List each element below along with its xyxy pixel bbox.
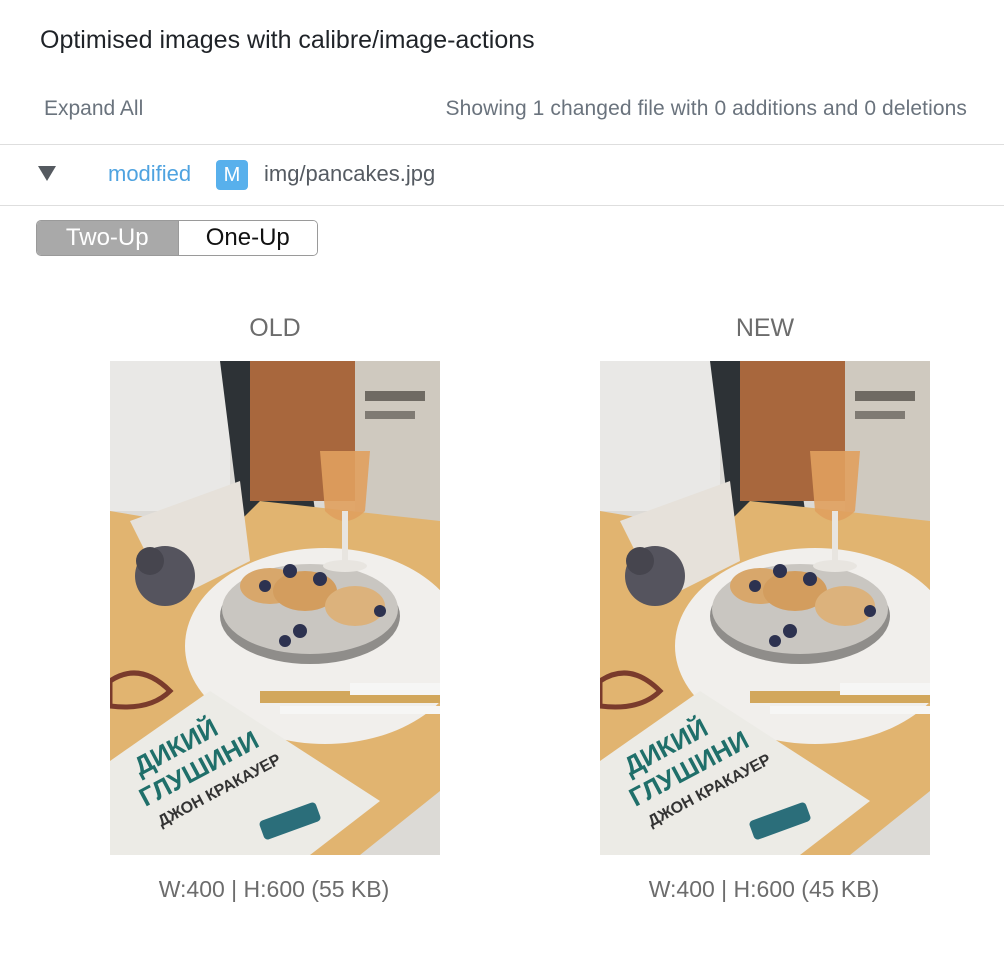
old-label: OLD	[249, 314, 301, 342]
pancakes-photo-old: ДИКИЙ ГЛУШИНИ ДЖОН КРАКАУЕР	[110, 361, 440, 855]
new-image: ДИКИЙ ГЛУШИНИ ДЖОН КРАКАУЕР	[600, 361, 930, 855]
file-status-label: modified	[108, 161, 192, 186]
collapse-triangle-icon[interactable]	[38, 166, 56, 181]
one-up-button[interactable]: One-Up	[177, 221, 317, 255]
diff-summary-bar: Expand All Showing 1 changed file with 0…	[0, 88, 1004, 145]
modified-badge: M	[216, 160, 248, 190]
expand-all-button[interactable]: Expand All	[44, 97, 143, 121]
two-up-button[interactable]: Two-Up	[37, 221, 178, 255]
page-title: Optimised images with calibre/image-acti…	[40, 26, 535, 54]
view-mode-switch: Two-Up One-Up	[36, 220, 318, 256]
old-image: ДИКИЙ ГЛУШИНИ ДЖОН КРАКАУЕР	[110, 361, 440, 855]
new-label: NEW	[735, 314, 795, 342]
diff-stats-text: Showing 1 changed file with 0 additions …	[445, 97, 967, 120]
old-image-meta: W:400 | H:600 (55 KB)	[158, 876, 390, 902]
file-path[interactable]: img/pancakes.jpg	[264, 161, 435, 187]
pancakes-photo-new: ДИКИЙ ГЛУШИНИ ДЖОН КРАКАУЕР	[600, 361, 930, 855]
file-header-row[interactable]: modified M img/pancakes.jpg	[0, 145, 1004, 206]
new-image-meta: W:400 | H:600 (45 KB)	[648, 876, 880, 902]
